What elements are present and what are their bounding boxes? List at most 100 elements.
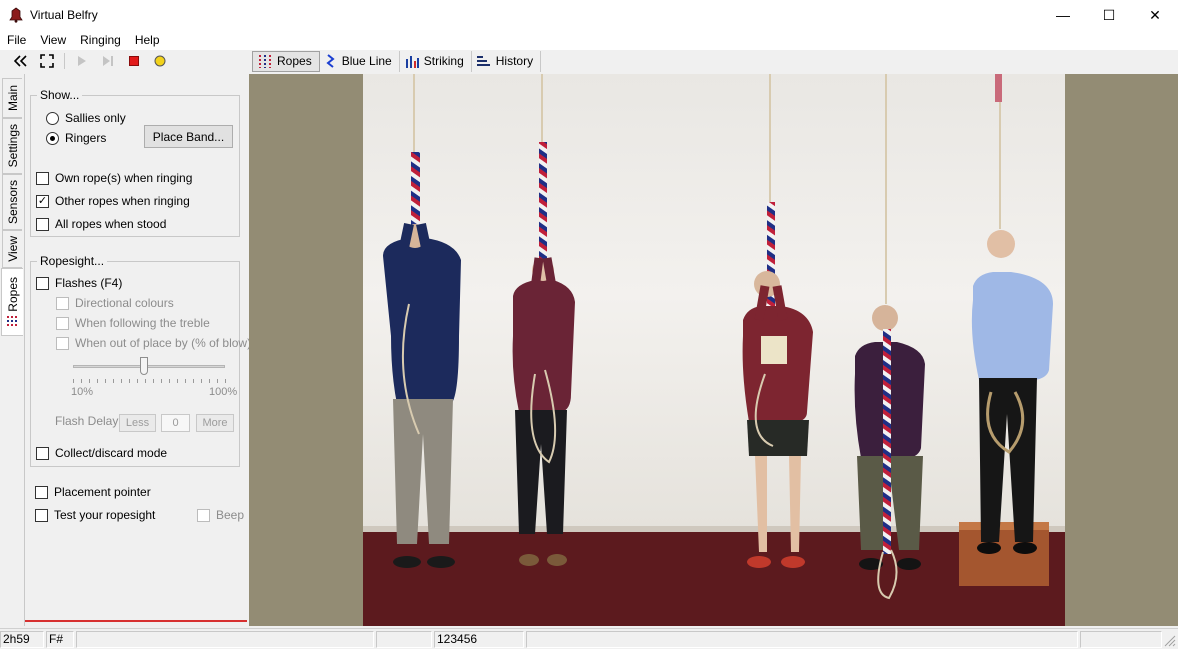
flashes-option[interactable]: Flashes (F4) [36, 276, 122, 290]
ringer-4 [854, 74, 925, 600]
placement-pointer-checkbox[interactable] [35, 485, 48, 499]
collect-discard-label: Collect/discard mode [55, 446, 168, 460]
resize-grip-icon[interactable] [1164, 635, 1176, 647]
flash-delay-value[interactable]: 0 [161, 414, 190, 432]
flash-delay-label: Flash Delay [55, 414, 119, 428]
tab-history-label: History [495, 54, 534, 68]
yellow-circle-icon [154, 55, 166, 67]
out-of-place-slider[interactable] [73, 365, 225, 368]
title-bar: Virtual Belfry — ☐ ✕ [0, 0, 1178, 30]
menu-view[interactable]: View [33, 30, 73, 50]
side-tab-settings[interactable]: Settings [2, 118, 22, 174]
slider-tick [169, 379, 170, 383]
accent-divider [25, 620, 247, 622]
ropes-settings-panel: Show... Sallies only Ringers Place Band.… [24, 74, 254, 626]
double-chevron-left-icon [14, 55, 27, 67]
side-tab-view[interactable]: View [2, 230, 22, 268]
fullscreen-button[interactable] [34, 52, 60, 70]
tab-striking-label: Striking [423, 54, 464, 68]
sallies-only-radio[interactable] [46, 111, 59, 125]
view-tabs: Ropes Blue Line Striking History [252, 50, 542, 72]
side-tab-ropes[interactable]: Ropes [1, 268, 23, 336]
ringing-scene[interactable] [363, 74, 1065, 626]
own-ropes-checkbox[interactable] [36, 171, 49, 185]
blue-line-icon [326, 54, 335, 68]
side-tab-sensors[interactable]: Sensors [2, 174, 22, 230]
out-of-place-label: When out of place by (% of blow): [75, 336, 255, 350]
slider-thumb[interactable] [140, 357, 149, 375]
ropesight-group-title: Ropesight... [37, 254, 108, 268]
maximize-button[interactable]: ☐ [1086, 0, 1132, 30]
beep-option[interactable]: Beep [197, 508, 244, 522]
side-tab-main[interactable]: Main [2, 78, 22, 118]
beep-label: Beep [216, 508, 245, 522]
following-treble-checkbox[interactable] [56, 316, 69, 330]
flashes-checkbox[interactable] [36, 276, 49, 290]
menu-file[interactable]: File [0, 30, 33, 50]
out-of-place-checkbox[interactable] [56, 336, 69, 350]
play-button[interactable] [69, 52, 95, 70]
stop-button[interactable] [121, 52, 147, 70]
test-ropesight-checkbox[interactable] [35, 508, 48, 522]
ringer-1 [383, 74, 461, 568]
more-button[interactable]: More [196, 414, 234, 432]
step-button[interactable] [95, 52, 121, 70]
status-panel-4 [376, 631, 432, 648]
toolbar: Ropes Blue Line Striking History [0, 50, 1178, 72]
all-ropes-checkbox[interactable] [36, 217, 49, 231]
menu-ringing[interactable]: Ringing [73, 30, 128, 50]
menu-help[interactable]: Help [128, 30, 167, 50]
slider-tick [137, 379, 138, 383]
collect-discard-checkbox[interactable] [36, 446, 49, 460]
placement-pointer-label: Placement pointer [54, 485, 151, 499]
menu-bar: File View Ringing Help [0, 30, 1178, 50]
collect-discard-option[interactable]: Collect/discard mode [36, 446, 167, 460]
slider-tick [201, 379, 202, 383]
ropesight-group: Ropesight... Flashes (F4) Directional co… [30, 254, 254, 467]
window-title: Virtual Belfry [30, 8, 98, 22]
slider-tick [161, 379, 162, 383]
tab-blue-line[interactable]: Blue Line [320, 50, 400, 72]
all-ropes-label: All ropes when stood [55, 217, 167, 231]
beep-checkbox[interactable] [197, 508, 210, 522]
slider-tick [145, 379, 146, 383]
directional-colours-option[interactable]: Directional colours [56, 296, 174, 310]
close-button[interactable]: ✕ [1132, 0, 1178, 30]
other-ropes-checkbox[interactable]: ✓ [36, 194, 49, 208]
play-icon [78, 56, 86, 66]
ringers-radio[interactable] [46, 131, 59, 145]
fullscreen-icon [40, 54, 54, 68]
sallies-only-label: Sallies only [65, 111, 126, 125]
out-of-place-option[interactable]: When out of place by (% of blow): [56, 336, 254, 350]
side-tab-sensors-label: Sensors [5, 179, 20, 225]
sallies-only-option[interactable]: Sallies only [46, 111, 126, 125]
status-panel-7 [1080, 631, 1162, 648]
slider-tick [185, 379, 186, 383]
less-button[interactable]: Less [119, 414, 156, 432]
directional-colours-checkbox[interactable] [56, 296, 69, 310]
tab-striking[interactable]: Striking [400, 50, 472, 72]
following-treble-option[interactable]: When following the treble [56, 316, 210, 330]
ropes-tab-icon [6, 315, 19, 326]
place-band-button[interactable]: Place Band... [144, 125, 233, 148]
ringers-label: Ringers [65, 131, 107, 145]
test-ropesight-option[interactable]: Test your ropesight [35, 508, 155, 522]
own-ropes-option[interactable]: Own rope(s) when ringing [36, 171, 192, 185]
ringing-view[interactable] [249, 74, 1178, 626]
slider-tick [73, 379, 74, 383]
minimize-button[interactable]: — [1040, 0, 1086, 30]
stand-button[interactable] [147, 52, 173, 70]
other-ropes-option[interactable]: ✓ Other ropes when ringing [36, 194, 190, 208]
placement-pointer-option[interactable]: Placement pointer [35, 485, 151, 499]
tab-blue-line-label: Blue Line [341, 54, 392, 68]
ringers-illustration [363, 74, 1065, 626]
slider-min-label: 10% [71, 386, 94, 398]
ringers-option[interactable]: Ringers [46, 131, 106, 145]
flashes-label: Flashes (F4) [55, 276, 123, 290]
tab-history[interactable]: History [472, 50, 542, 72]
collapse-panel-button[interactable] [8, 52, 34, 70]
all-ropes-option[interactable]: All ropes when stood [36, 217, 166, 231]
slider-max-label: 100% [209, 386, 238, 398]
stop-icon [129, 56, 139, 66]
tab-ropes[interactable]: Ropes [252, 50, 320, 72]
